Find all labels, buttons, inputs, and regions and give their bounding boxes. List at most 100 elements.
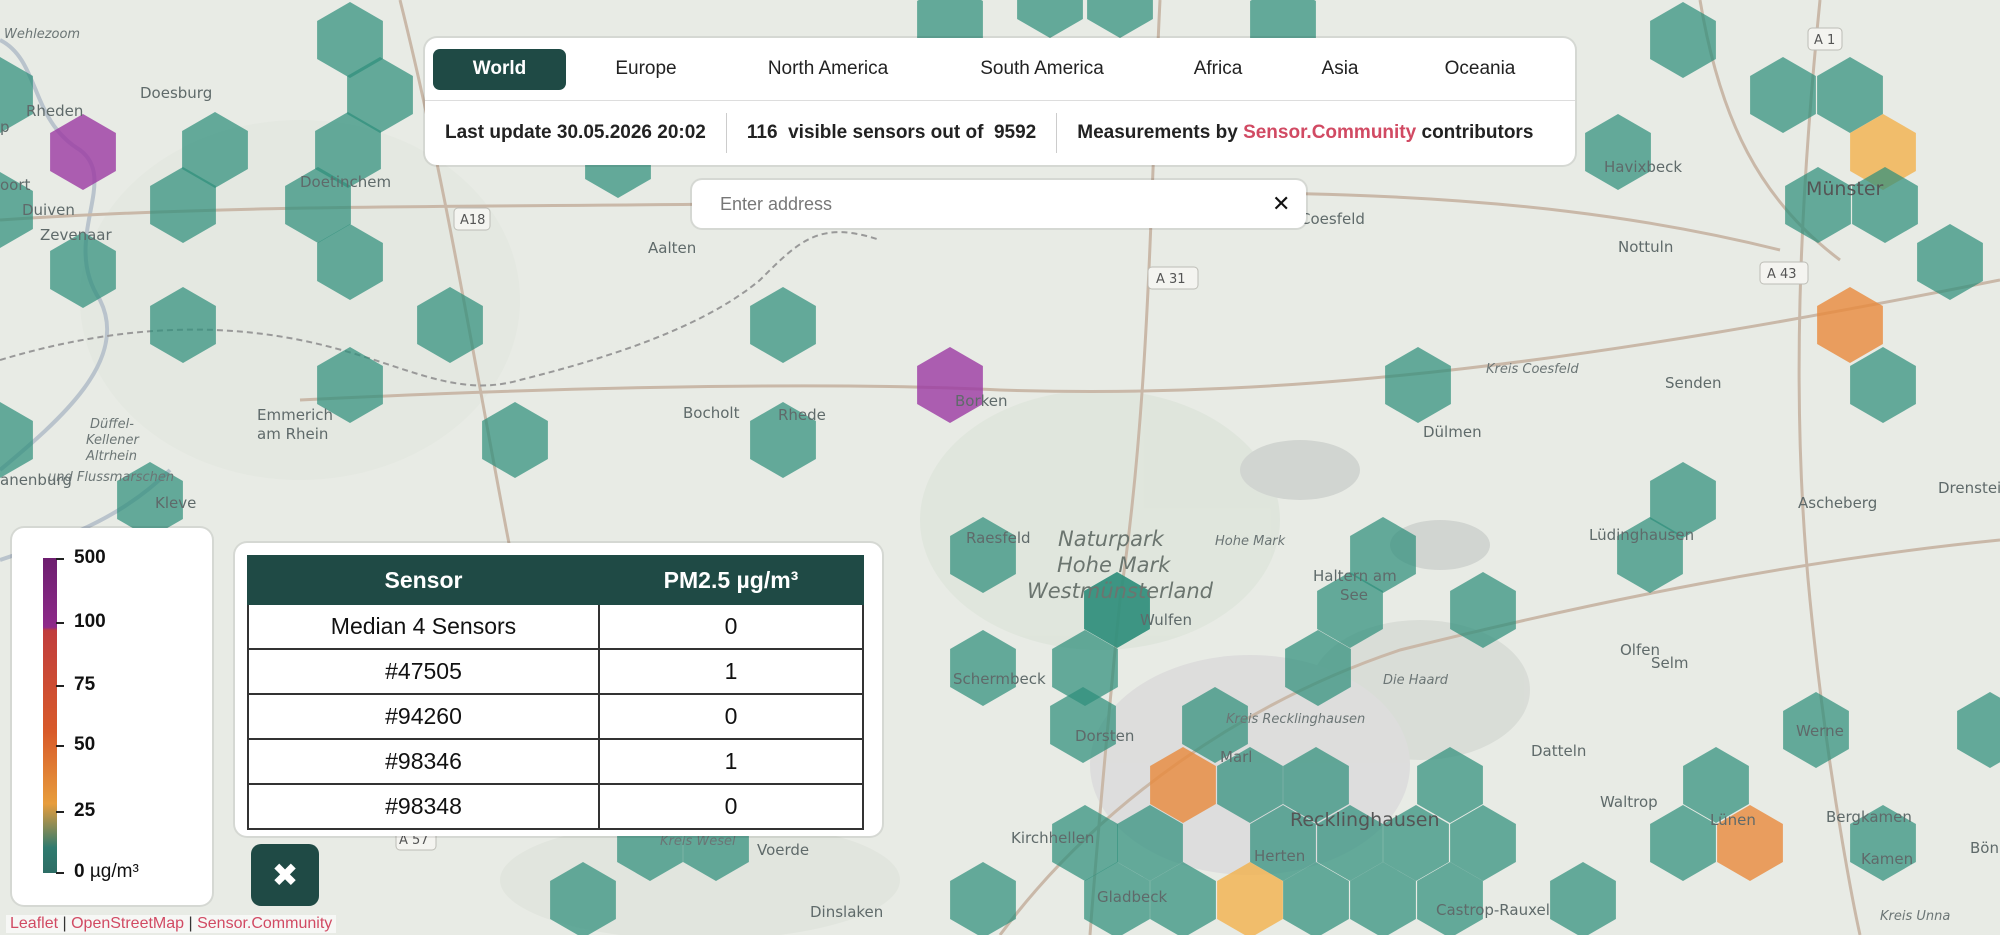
svg-text:A 31: A 31 [1156,272,1186,287]
legend-label-500: 500 [74,547,106,568]
svg-text:Wulfen: Wulfen [1140,611,1192,629]
svg-text:Düffel-: Düffel- [90,417,134,432]
legend-tick [56,685,64,687]
svg-text:Ascheberg: Ascheberg [1798,494,1877,512]
pm25-value: 1 [598,738,864,785]
svg-text:Die Haard: Die Haard [1383,673,1449,688]
measurements-prefix: Measurements by [1077,122,1238,143]
svg-text:Herten: Herten [1254,847,1305,865]
svg-text:Dorsten: Dorsten [1075,727,1134,745]
sensor-id[interactable]: #47505 [247,648,600,695]
openstreetmap-link[interactable]: OpenStreetMap [71,915,184,932]
svg-text:Münster: Münster [1806,178,1884,200]
svg-text:Havixbeck: Havixbeck [1604,158,1682,176]
svg-text:Haltern am: Haltern am [1313,567,1397,585]
measurements-suffix: contributors [1421,122,1534,143]
svg-text:Castrop-Rauxel: Castrop-Rauxel [1436,901,1550,919]
svg-text:Kirchhellen: Kirchhellen [1011,829,1094,847]
svg-text:Westmünsterland: Westmünsterland [1027,579,1214,603]
tab-world[interactable]: World [433,48,566,90]
svg-text:Waltrop: Waltrop [1600,793,1658,811]
table-row: #98346 1 [247,738,864,785]
pm25-value: 0 [598,603,864,650]
close-table-button[interactable]: ✖ [251,844,319,906]
svg-text:Schermbeck: Schermbeck [953,670,1046,688]
total-count: 9592 [993,122,1037,143]
svg-text:Recklinghausen: Recklinghausen [1290,809,1440,831]
sensor-community-link[interactable]: Sensor.Community [1243,122,1416,143]
svg-text:am Rhein: am Rhein [257,425,328,443]
close-icon: ✖ [271,857,299,893]
table-header-row: Sensor PM2.5 µg/m³ [247,555,864,605]
svg-text:Dinslaken: Dinslaken [810,903,883,921]
svg-text:p: p [0,118,10,136]
tab-africa[interactable]: Africa [1154,49,1282,90]
tab-oceania[interactable]: Oceania [1398,49,1562,90]
info-row: Last update 30.05.2026 20:02 116 visible… [425,100,1575,165]
tab-north-america[interactable]: North America [726,49,930,90]
visible-text: visible sensors out of [788,122,984,143]
sensor-id: Median 4 Sensors [247,603,600,650]
svg-text:Doesburg: Doesburg [140,84,212,102]
svg-text:oort: oort [0,176,31,194]
svg-text:Kreis Wesel: Kreis Wesel [660,834,736,849]
svg-text:Nottuln: Nottuln [1618,238,1673,256]
legend-tick [56,745,64,747]
close-icon[interactable]: ✕ [1272,191,1290,217]
address-input[interactable] [718,192,1262,216]
svg-text:Kellener: Kellener [86,433,141,448]
table-row: #47505 1 [247,648,864,695]
visible-count: 116 [746,122,778,143]
svg-text:Datteln: Datteln [1531,742,1586,760]
svg-text:Bergkamen: Bergkamen [1826,808,1912,826]
pm25-value: 0 [598,693,864,740]
svg-text:Bön: Bön [1970,839,1999,857]
svg-text:Lüdinghausen: Lüdinghausen [1589,526,1694,544]
svg-text:Kleve: Kleve [155,494,196,512]
svg-text:Borken: Borken [955,392,1008,410]
legend-color-scale [43,558,57,873]
table-row: #94260 0 [247,693,864,740]
svg-text:Lünen: Lünen [1710,811,1756,829]
sensor-count: 116 visible sensors out of 9592 [727,122,1056,144]
pm25-value: 0 [598,783,864,830]
legend-label-0: 0 µg/m³ [74,861,139,883]
svg-text:Emmerich: Emmerich [257,406,333,424]
svg-text:See: See [1340,586,1368,604]
svg-text:Hohe Mark: Hohe Mark [1215,534,1286,549]
tab-south-america[interactable]: South America [930,49,1154,90]
sensor-community-attribution-link[interactable]: Sensor.Community [197,915,332,932]
tab-asia[interactable]: Asia [1282,49,1398,90]
legend-label-25: 25 [74,800,96,821]
svg-text:A 43: A 43 [1767,267,1797,282]
last-update: Last update 30.05.2026 20:02 [445,122,706,143]
svg-text:Werne: Werne [1796,722,1844,740]
svg-text:Rheden: Rheden [26,102,83,120]
tab-europe[interactable]: Europe [566,49,726,90]
legend-tick [56,811,64,813]
svg-text:A18: A18 [460,213,485,228]
svg-text:Kamen: Kamen [1861,850,1913,868]
svg-text:Marl: Marl [1220,748,1252,766]
col-sensor: Sensor [247,555,600,605]
svg-text:Doetinchem: Doetinchem [300,173,391,191]
legend-tick [56,622,64,624]
legend-unit: µg/m³ [89,861,139,882]
svg-text:A 1: A 1 [1814,33,1835,48]
svg-text:Selm: Selm [1651,654,1689,672]
leaflet-link[interactable]: Leaflet [10,915,58,932]
address-search: ✕ [692,180,1306,228]
svg-text:Kreis Coesfeld: Kreis Coesfeld [1486,362,1579,377]
sensor-id[interactable]: #98346 [247,738,600,785]
legend-label-100: 100 [74,611,106,632]
sensor-id[interactable]: #98348 [247,783,600,830]
map-attribution: Leaflet | OpenStreetMap | Sensor.Communi… [6,915,337,933]
svg-text:Drensteinf: Drensteinf [1938,479,2000,497]
sensor-id[interactable]: #94260 [247,693,600,740]
legend-tick [56,558,64,560]
svg-text:und Flussmarschen: und Flussmarschen [48,470,174,485]
svg-text:Dülmen: Dülmen [1423,423,1482,441]
region-panel: World Europe North America South America… [425,38,1575,165]
legend-label-50: 50 [74,734,96,755]
svg-text:Bocholt: Bocholt [683,404,740,422]
